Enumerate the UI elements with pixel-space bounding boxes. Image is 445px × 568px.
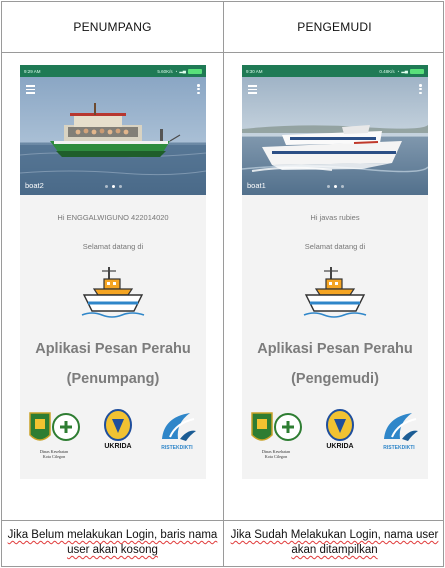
- ristekdikti-logo: RISTEKDIKTI: [376, 409, 422, 465]
- image-carousel[interactable]: boat2: [20, 77, 206, 195]
- caption-text: Jika Belum melakukan Login, baris nama u…: [7, 529, 218, 556]
- battery-icon: [188, 68, 202, 74]
- app-role: (Penumpang): [66, 371, 160, 387]
- caption-pengemudi: Jika Sudah Melakukan Login, nama user ak…: [224, 520, 445, 566]
- more-vert-icon[interactable]: [197, 84, 200, 94]
- phone-screenshot-penumpang: 9:29 AM 5.60K/s ◔ ▂▄ boat2 Hi ENGGALWIGU…: [20, 65, 206, 479]
- wifi-icon: ◔: [396, 68, 400, 74]
- welcome-text: Selamat datang di: [82, 242, 144, 251]
- ristekdikti-logo: RISTEKDIKTI: [154, 409, 200, 465]
- user-greeting: Hi javas rubies: [310, 213, 360, 222]
- battery-icon: [410, 68, 424, 74]
- ukrida-emblem-icon: [104, 409, 132, 441]
- more-vert-icon[interactable]: [419, 84, 422, 94]
- ukrida-label: UKRIDA: [326, 443, 354, 450]
- ukrida-logo: UKRIDA: [316, 409, 364, 465]
- app-title: Aplikasi Pesan Perahu: [257, 341, 413, 357]
- status-time: 9:29 AM: [24, 68, 41, 74]
- sponsor-logos: Dinas Kesehatan Kota Cilegon UKRIDA RIST…: [26, 409, 200, 465]
- ristekdikti-label: RISTEKDIKTI: [383, 445, 415, 451]
- boat-photo: [20, 77, 206, 195]
- comparison-table: PENUMPANG PENGEMUDI 9:29 AM 5.60K/s ◔ ▂▄: [1, 1, 444, 567]
- boat-logo-icon: [303, 267, 367, 318]
- app-role: (Pengemudi): [291, 371, 379, 387]
- ristekdikti-emblem-icon: [162, 413, 196, 441]
- menu-icon[interactable]: [26, 85, 35, 94]
- dinkes-line2: Kota Cilegon: [264, 454, 288, 459]
- caption-text: Jika Sudah Melakukan Login, nama user ak…: [230, 529, 439, 556]
- ukrida-emblem-icon: [326, 409, 354, 441]
- status-net-speed: 5.60K/s: [157, 68, 173, 74]
- dinkes-caption: Dinas Kesehatan Kota Cilegon: [26, 449, 82, 459]
- status-net-speed: 0.48K/s: [379, 68, 395, 74]
- app-title: Aplikasi Pesan Perahu: [35, 341, 191, 357]
- dinkes-logo: Dinas Kesehatan Kota Cilegon: [26, 409, 82, 465]
- dinkes-line2: Kota Cilegon: [42, 454, 66, 459]
- welcome-text: Selamat datang di: [304, 242, 366, 251]
- phone-screenshot-pengemudi: 9:30 AM 0.48K/s ◔ ▂▄ boat1 Hi javas rubi…: [242, 65, 428, 479]
- signal-icon: ▂▄: [401, 68, 408, 73]
- caption-penumpang: Jika Belum melakukan Login, baris nama u…: [2, 520, 223, 566]
- boat-logo-icon: [81, 267, 145, 318]
- sponsor-logos: Dinas Kesehatan Kota Cilegon UKRIDA RIST…: [248, 409, 422, 465]
- dinkes-logo: Dinas Kesehatan Kota Cilegon: [248, 409, 304, 465]
- header-pengemudi: PENGEMUDI: [297, 20, 372, 34]
- ristekdikti-label: RISTEKDIKTI: [161, 445, 193, 451]
- user-greeting: Hi ENGGALWIGUNO 422014020: [57, 213, 169, 222]
- ferry-photo: [242, 77, 428, 195]
- menu-icon[interactable]: [248, 85, 257, 94]
- ukrida-logo: UKRIDA: [94, 409, 142, 465]
- header-divider: [2, 52, 443, 53]
- signal-icon: ▂▄: [179, 68, 186, 73]
- header-penumpang: PENUMPANG: [73, 20, 152, 34]
- ukrida-label: UKRIDA: [104, 443, 132, 450]
- dinkes-emblem-icon: [29, 412, 80, 441]
- dinkes-caption: Dinas Kesehatan Kota Cilegon: [248, 449, 304, 459]
- carousel-indicator[interactable]: [20, 185, 206, 188]
- carousel-indicator[interactable]: [242, 185, 428, 188]
- status-bar: 9:29 AM 5.60K/s ◔ ▂▄: [20, 65, 206, 77]
- dinkes-emblem-icon: [251, 412, 302, 441]
- ristekdikti-emblem-icon: [384, 413, 418, 441]
- status-time: 9:30 AM: [246, 68, 263, 74]
- column-divider: [223, 2, 224, 566]
- wifi-icon: ◔: [174, 68, 178, 74]
- status-bar: 9:30 AM 0.48K/s ◔ ▂▄: [242, 65, 428, 77]
- image-carousel[interactable]: boat1: [242, 77, 428, 195]
